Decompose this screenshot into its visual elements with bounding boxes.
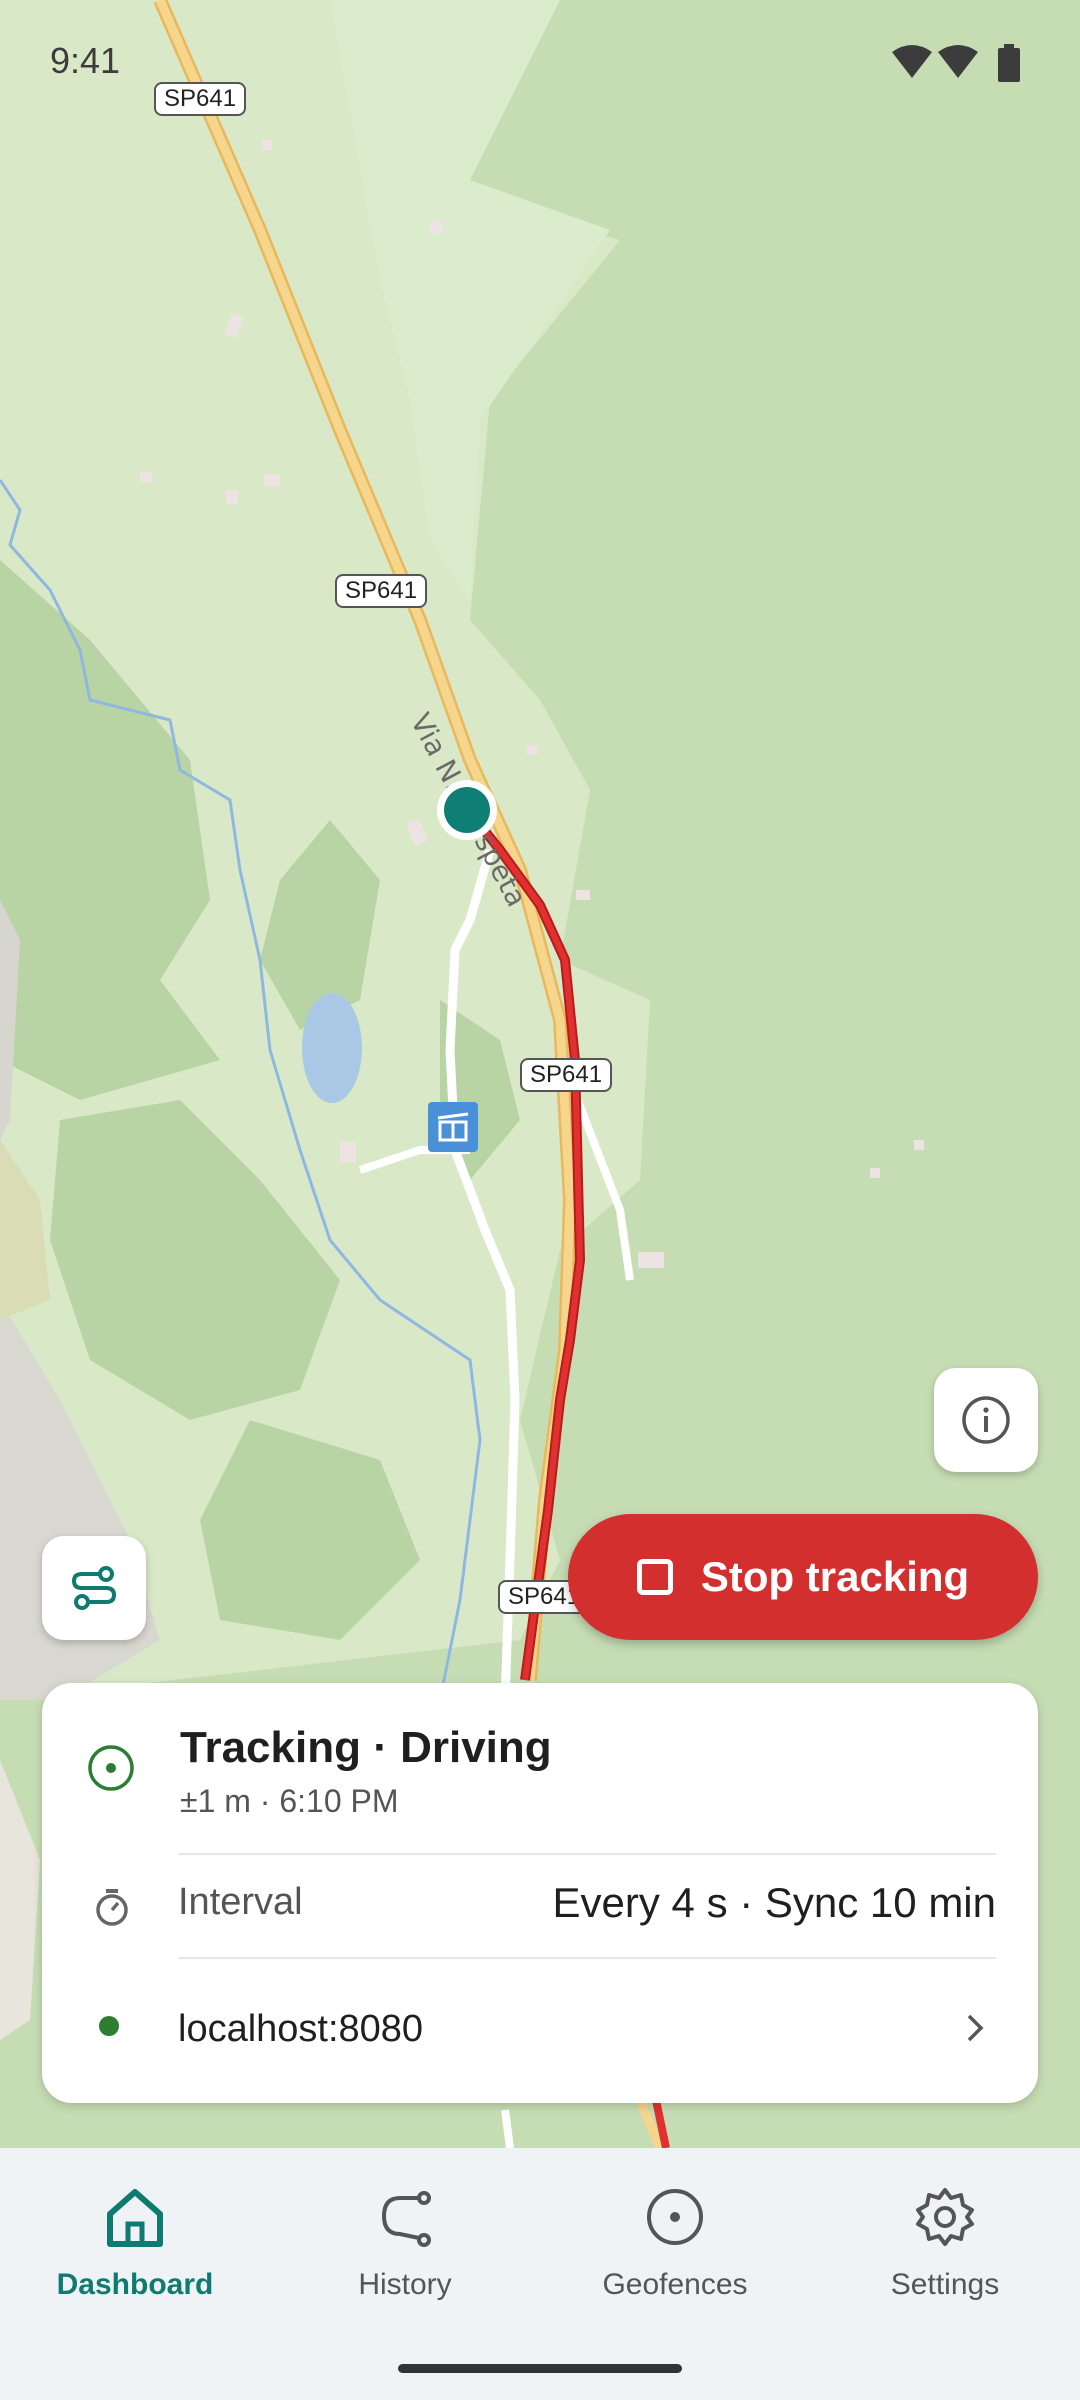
nav-item-settings[interactable]: Settings bbox=[810, 2148, 1080, 2348]
stop-tracking-button[interactable]: Stop tracking bbox=[568, 1514, 1038, 1640]
divider bbox=[178, 1957, 996, 1959]
current-location-marker bbox=[444, 787, 490, 833]
gear-icon bbox=[916, 2188, 974, 2246]
signal-icon bbox=[938, 45, 978, 78]
status-bar: 9:41 bbox=[0, 0, 1080, 120]
tracking-title: Tracking · Driving bbox=[180, 1723, 552, 1772]
info-button[interactable] bbox=[934, 1368, 1038, 1472]
divider bbox=[178, 1853, 996, 1855]
home-icon bbox=[107, 2189, 163, 2247]
interval-value: Every 4 s · Sync 10 min bbox=[552, 1879, 996, 1926]
stop-tracking-label: Stop tracking bbox=[700, 1553, 970, 1600]
route-options-button[interactable] bbox=[42, 1536, 146, 1640]
bottom-navigation: Dashboard History Geofences Settings bbox=[0, 2148, 1080, 2400]
connection-status-dot-icon bbox=[99, 2016, 119, 2036]
nav-item-geofences[interactable]: Geofences bbox=[540, 2148, 810, 2348]
status-icons bbox=[892, 44, 1020, 82]
server-address: localhost:8080 bbox=[178, 2008, 424, 2050]
history-route-icon bbox=[381, 2191, 431, 2247]
nav-label: Geofences bbox=[602, 2268, 748, 2301]
nav-item-history[interactable]: History bbox=[270, 2148, 540, 2348]
tracking-status-card: Tracking · Driving ±1 m · 6:10 PM Interv… bbox=[42, 1683, 1038, 2103]
stop-icon bbox=[636, 1559, 673, 1595]
server-row[interactable]: localhost:8080 bbox=[42, 1973, 1038, 2083]
tracking-subtitle: ±1 m · 6:10 PM bbox=[180, 1783, 399, 1819]
road-label: SP641 bbox=[335, 574, 428, 608]
status-time: 9:41 bbox=[50, 40, 121, 81]
info-icon bbox=[962, 1396, 1010, 1444]
timer-icon bbox=[96, 1889, 128, 1926]
nav-label: History bbox=[358, 2268, 452, 2301]
road-label: SP641 bbox=[520, 1058, 613, 1092]
interval-label: Interval bbox=[178, 1881, 303, 1923]
tracking-target-icon bbox=[88, 1745, 134, 1791]
nav-item-dashboard[interactable]: Dashboard bbox=[0, 2148, 270, 2348]
geofence-icon bbox=[647, 2189, 703, 2245]
wifi-icon bbox=[892, 45, 932, 78]
route-icon bbox=[71, 1566, 117, 1610]
gesture-handle[interactable] bbox=[398, 2364, 682, 2373]
nav-label: Settings bbox=[890, 2268, 1000, 2301]
nav-label: Dashboard bbox=[56, 2268, 214, 2301]
battery-icon bbox=[998, 44, 1020, 82]
chevron-right-icon bbox=[967, 2014, 984, 2042]
